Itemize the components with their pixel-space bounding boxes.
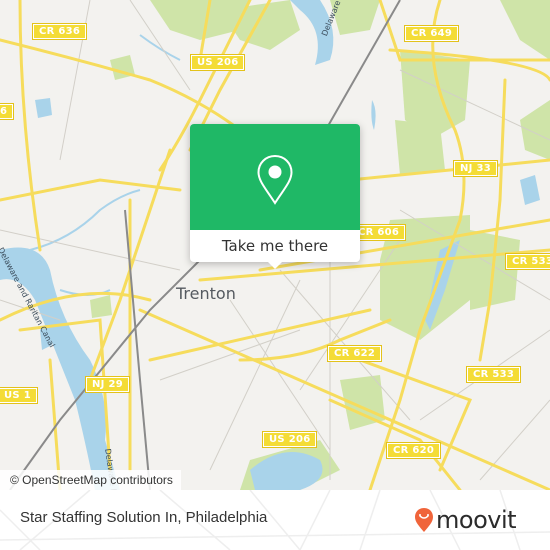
take-me-there-button[interactable]: Take me there [190, 230, 360, 262]
destination-popup: Take me there [190, 124, 360, 269]
route-shield-cr636: CR 636 [31, 23, 88, 40]
route-shield-6: 6 [0, 103, 15, 120]
moovit-pin-icon [415, 508, 433, 532]
city-label-trenton: Trenton [176, 284, 236, 303]
place-name: Star Staffing Solution In, Philadelphia [20, 509, 268, 526]
route-shield-cr533-south: CR 533 [465, 366, 522, 383]
route-shield-us1: US 1 [0, 387, 38, 404]
footer-bar: Star Staffing Solution In, Philadelphia … [0, 490, 550, 550]
moovit-logo[interactable]: moovit [414, 502, 517, 538]
route-shield-us206-north: US 206 [189, 54, 246, 71]
route-shield-cr622: CR 622 [326, 345, 383, 362]
route-shield-us206-south: US 206 [261, 431, 318, 448]
popup-header [190, 124, 360, 230]
canal-lines [29, 34, 181, 296]
map-view[interactable]: Delaware and Raritan Canal Delaware Dela… [0, 0, 550, 490]
map-pin-icon [257, 154, 293, 205]
map-attribution[interactable]: © OpenStreetMap contributors [0, 470, 181, 490]
popup-pointer [268, 262, 282, 269]
route-shield-cr533-east: CR 533 [504, 253, 550, 270]
route-shield-nj29: NJ 29 [85, 376, 130, 393]
route-shield-cr620: CR 620 [385, 442, 442, 459]
route-shield-cr649: CR 649 [403, 25, 460, 42]
route-shield-nj33: NJ 33 [453, 160, 498, 177]
moovit-wordmark: moovit [436, 506, 517, 534]
